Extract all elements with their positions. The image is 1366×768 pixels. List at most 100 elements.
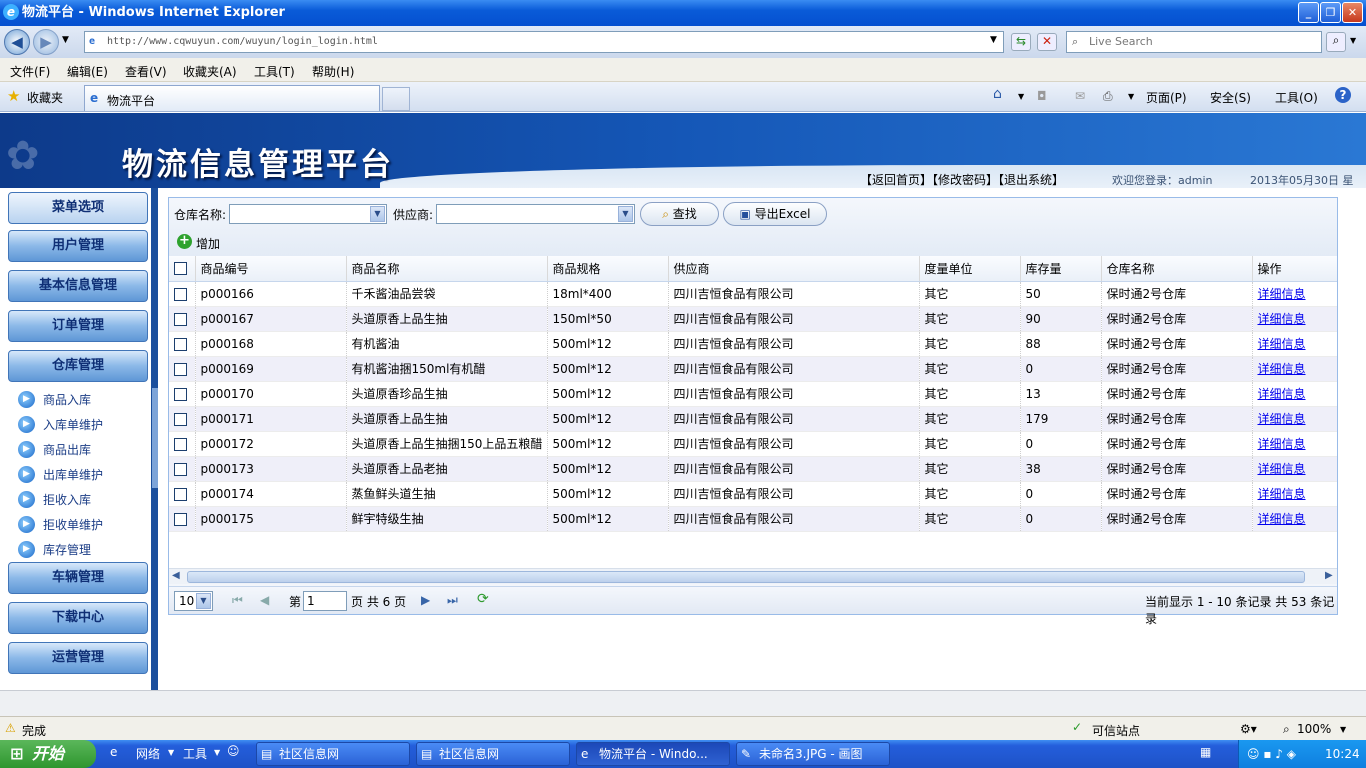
sidebar-sub-reject-edit[interactable]: ▶ 拒收单维护 (18, 514, 103, 536)
col-header-spec[interactable]: 商品规格 (547, 256, 669, 282)
quick-network[interactable]: 网络 (136, 745, 160, 762)
row-checkbox[interactable] (169, 456, 196, 482)
taskbar-item-ie[interactable]: e 物流平台 - Windo... (576, 742, 730, 766)
sidebar-sub-stock-out-edit[interactable]: ▶ 出库单维护 (18, 464, 103, 486)
menu-favorites[interactable]: 收藏夹(A) (183, 63, 237, 80)
menu-tools[interactable]: 工具(T) (254, 63, 295, 80)
refresh-button[interactable]: ⇆ (1011, 33, 1031, 51)
row-checkbox[interactable] (169, 331, 196, 357)
recent-pages-dropdown[interactable]: ▼ (62, 35, 69, 45)
add-button[interactable]: 增加 (196, 235, 220, 252)
cell-action[interactable]: 详细信息 (1252, 481, 1337, 507)
sidebar-item-orders[interactable]: 订单管理 (8, 310, 148, 342)
feeds-icon[interactable]: ◘ (1037, 89, 1047, 103)
sidebar-sub-reject-in[interactable]: ▶ 拒收入库 (18, 489, 91, 511)
sidebar-item-user-mgmt[interactable]: 用户管理 (8, 230, 148, 262)
scroll-right-icon[interactable]: ▶ (1325, 570, 1333, 581)
row-checkbox[interactable] (169, 481, 196, 507)
refresh-icon[interactable]: ⟳ (477, 591, 489, 607)
print-dropdown-icon[interactable]: ▼ (1128, 92, 1134, 101)
cell-action[interactable]: 详细信息 (1252, 281, 1337, 307)
sidebar-item-downloads[interactable]: 下载中心 (8, 602, 148, 634)
search-button[interactable]: ⌕ 查找 (640, 202, 719, 226)
menu-view[interactable]: 查看(V) (125, 63, 167, 80)
cell-action[interactable]: 详细信息 (1252, 331, 1337, 357)
address-dropdown-icon[interactable]: ▼ (990, 35, 997, 45)
sidebar-sub-stock-out[interactable]: ▶ 商品出库 (18, 439, 91, 461)
col-header-action[interactable]: 操作 (1252, 256, 1337, 282)
search-go-button[interactable]: ⌕ (1326, 32, 1346, 52)
protected-mode-icon[interactable]: ⚙▾ (1240, 722, 1257, 736)
page-number-input[interactable]: 1 (303, 591, 347, 611)
tab-current[interactable]: e 物流平台 (84, 85, 380, 111)
zoom-dropdown-icon[interactable]: ▼ (1340, 725, 1346, 734)
taskbar-item-community-1[interactable]: ▤ 社区信息网 (256, 742, 410, 766)
zoom-level[interactable]: 100% (1297, 722, 1331, 736)
sidebar-sub-inventory[interactable]: ▶ 库存管理 (18, 539, 91, 561)
row-checkbox[interactable] (169, 431, 196, 457)
menu-edit[interactable]: 编辑(E) (67, 63, 108, 80)
close-button[interactable]: ✕ (1342, 2, 1363, 23)
last-page-icon[interactable]: ⏭ (447, 593, 458, 608)
start-button[interactable]: ⊞ 开始 (0, 740, 96, 768)
warehouse-select[interactable]: ▼ (229, 204, 387, 224)
new-tab-button[interactable] (382, 87, 410, 111)
row-checkbox[interactable] (169, 356, 196, 382)
sidebar-item-warehouse[interactable]: 仓库管理 (8, 350, 148, 382)
forward-button[interactable]: ▶ (33, 29, 59, 55)
export-excel-button[interactable]: ▣ 导出Excel (723, 202, 827, 226)
menu-file[interactable]: 文件(F) (10, 63, 50, 80)
help-icon[interactable]: ? (1335, 87, 1351, 103)
first-page-icon[interactable]: ⏮ (232, 593, 243, 608)
scrollbar-thumb[interactable] (187, 571, 1305, 583)
qq-icon[interactable]: ☺ (227, 744, 240, 758)
row-checkbox[interactable] (169, 506, 196, 532)
safety-menu[interactable]: 安全(S) (1210, 89, 1251, 106)
taskbar-item-paint[interactable]: ✎ 未命名3.JPG - 画图 (736, 742, 890, 766)
taskbar-item-community-2[interactable]: ▤ 社区信息网 (416, 742, 570, 766)
input-method-icon[interactable]: ▦ (1200, 745, 1211, 759)
menu-help[interactable]: 帮助(H) (312, 63, 354, 80)
sidebar-item-vehicles[interactable]: 车辆管理 (8, 562, 148, 594)
select-all-checkbox[interactable] (169, 256, 196, 282)
cell-action[interactable]: 详细信息 (1252, 431, 1337, 457)
horizontal-scrollbar[interactable]: ◀ ▶ (169, 568, 1337, 584)
cell-action[interactable]: 详细信息 (1252, 306, 1337, 332)
cell-action[interactable]: 详细信息 (1252, 381, 1337, 407)
quick-tools[interactable]: 工具 (183, 745, 207, 762)
search-options-icon[interactable]: ▼ (1350, 36, 1356, 45)
address-input[interactable]: e http://www.cqwuyun.com/wuyun/login_log… (84, 31, 1004, 53)
cell-action[interactable]: 详细信息 (1252, 406, 1337, 432)
page-menu[interactable]: 页面(P) (1146, 89, 1187, 106)
mail-icon[interactable]: ✉ (1075, 89, 1085, 103)
print-icon[interactable]: ⎙ (1103, 89, 1113, 104)
stop-button[interactable]: ✕ (1037, 33, 1057, 51)
tray-icons[interactable]: ☺ ▪ ♪ ◈ (1247, 740, 1296, 768)
row-checkbox[interactable] (169, 406, 196, 432)
ie-quicklaunch-icon[interactable]: e (110, 745, 117, 759)
cell-action[interactable]: 详细信息 (1252, 506, 1337, 532)
search-input[interactable]: ⌕ Live Search (1066, 31, 1322, 53)
network-dropdown-icon[interactable]: ▼ (168, 748, 174, 757)
sidebar-item-operations[interactable]: 运营管理 (8, 642, 148, 674)
header-links[interactable]: 【返回首页】【修改密码】【退出系统】 (860, 171, 1064, 188)
col-header-warehouse[interactable]: 仓库名称 (1101, 256, 1253, 282)
sidebar-sub-stock-in-edit[interactable]: ▶ 入库单维护 (18, 414, 103, 436)
col-header-unit[interactable]: 度量单位 (919, 256, 1021, 282)
cell-action[interactable]: 详细信息 (1252, 356, 1337, 382)
col-header-supplier[interactable]: 供应商 (668, 256, 920, 282)
row-checkbox[interactable] (169, 381, 196, 407)
tools-menu[interactable]: 工具(O) (1275, 89, 1318, 106)
tools-dropdown-icon[interactable]: ▼ (214, 748, 220, 757)
favorites-label[interactable]: 收藏夹 (27, 89, 63, 106)
home-icon[interactable]: ⌂ (993, 86, 1002, 102)
cell-action[interactable]: 详细信息 (1252, 456, 1337, 482)
next-page-icon[interactable]: ▶ (421, 593, 430, 607)
minimize-button[interactable]: _ (1298, 2, 1319, 23)
add-icon[interactable]: + (177, 234, 192, 249)
row-checkbox[interactable] (169, 306, 196, 332)
home-dropdown-icon[interactable]: ▼ (1018, 92, 1024, 101)
sidebar-collapse-handle[interactable] (152, 388, 158, 488)
favorites-star-icon[interactable]: ★ (7, 87, 20, 105)
back-button[interactable]: ◀ (4, 29, 30, 55)
